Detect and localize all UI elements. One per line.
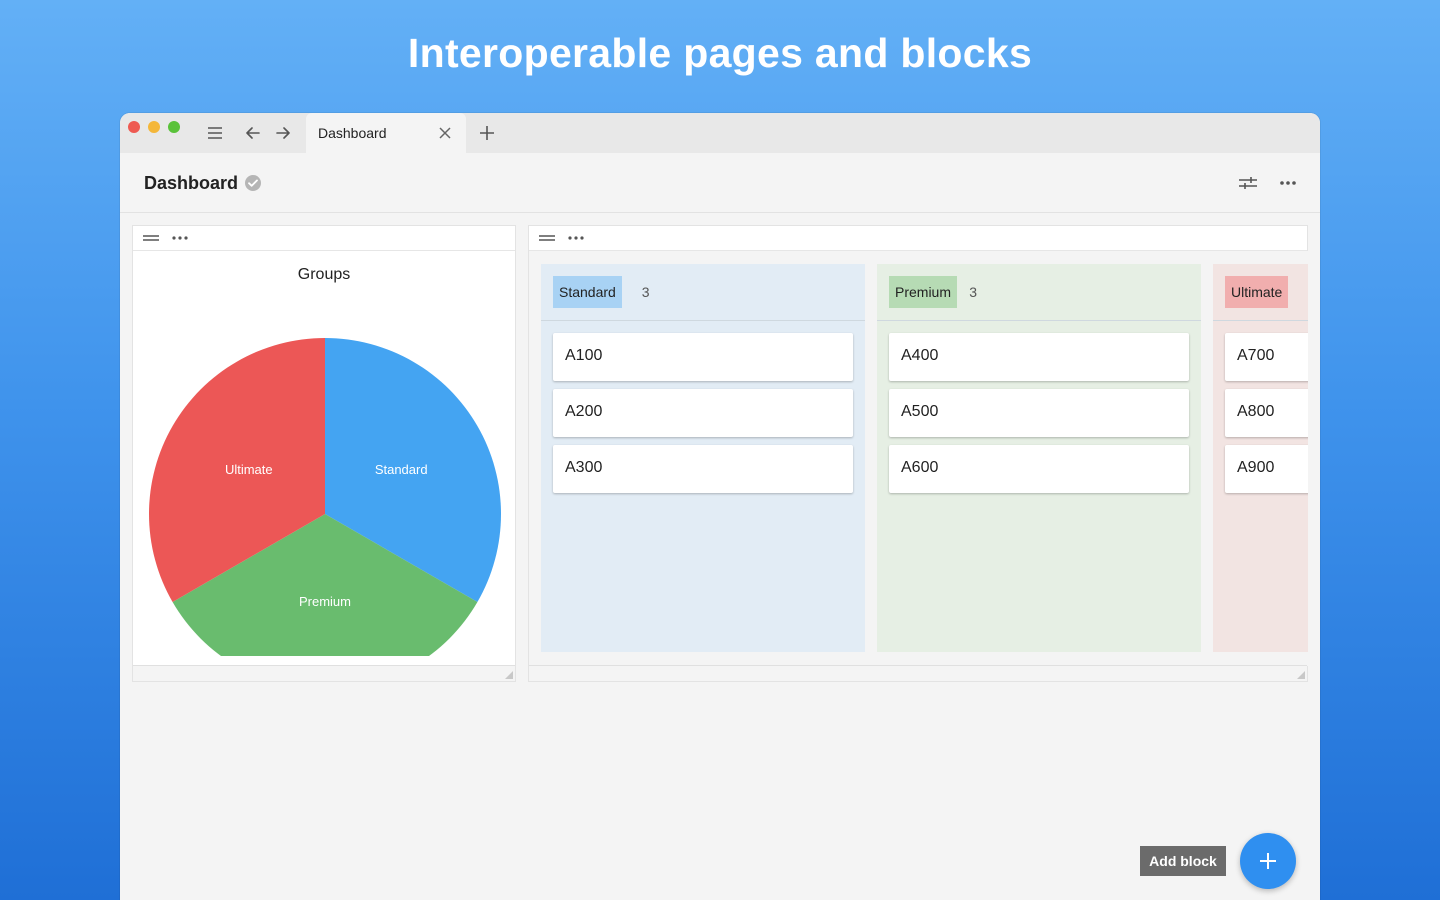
column-header: Premium 3 (877, 264, 1201, 321)
close-icon[interactable] (436, 124, 454, 142)
sliders-icon[interactable] (1237, 172, 1259, 194)
card-label: A900 (1237, 459, 1275, 476)
block-menu-icon[interactable] (171, 232, 189, 244)
back-arrow-icon[interactable] (243, 123, 263, 143)
app-window: Dashboard Dashboard Groups Standard Premi… (120, 113, 1320, 900)
close-window-button[interactable] (128, 121, 140, 133)
block-menu-icon[interactable] (567, 232, 585, 244)
add-block-tooltip: Add block (1140, 846, 1226, 876)
board-column-ultimate: Ultimate3 A700 A800 A900 (1213, 264, 1308, 652)
board-card[interactable]: A300 (553, 445, 853, 493)
card-label: A200 (565, 403, 603, 420)
page-title: Dashboard (144, 173, 239, 193)
plus-icon[interactable] (477, 123, 497, 143)
card-label: A600 (901, 459, 939, 476)
board-column-premium: Premium 3 A400 A500 A600 (877, 264, 1201, 652)
headline: Interoperable pages and blocks (407, 30, 1033, 76)
card-label: A500 (901, 403, 939, 420)
block-footer (529, 665, 1307, 681)
plus-icon (1260, 853, 1276, 869)
resize-handle-icon[interactable] (505, 671, 513, 679)
pie-label-premium: Premium (299, 594, 351, 609)
board-card[interactable]: A900 (1225, 445, 1308, 493)
board-card[interactable]: A700 (1225, 333, 1308, 381)
card-label: A100 (565, 347, 603, 364)
maximize-window-button[interactable] (168, 121, 180, 133)
pie-chart[interactable]: Standard Premium Ultimate (133, 286, 517, 656)
minimize-window-button[interactable] (148, 121, 160, 133)
card-label: A400 (901, 347, 939, 364)
board-card[interactable]: A100 (553, 333, 853, 381)
block-toolbar (529, 226, 1307, 251)
title-bar: Dashboard (120, 113, 1320, 153)
card-label: A300 (565, 459, 603, 476)
menu-icon[interactable] (205, 123, 225, 143)
board-card[interactable]: A500 (889, 389, 1189, 437)
pie-label-ultimate: Ultimate (225, 462, 273, 477)
drag-handle-icon[interactable] (538, 233, 556, 243)
board-card[interactable]: A800 (1225, 389, 1308, 437)
tab-label: Dashboard (318, 125, 387, 141)
page-header: Dashboard (120, 153, 1320, 213)
pie-label-standard: Standard (375, 462, 428, 477)
column-header: Ultimate3 (1213, 264, 1308, 321)
block-footer (133, 665, 515, 681)
board-card[interactable]: A600 (889, 445, 1189, 493)
forward-arrow-icon[interactable] (273, 123, 293, 143)
board-card[interactable]: A200 (553, 389, 853, 437)
card-label: A700 (1237, 347, 1275, 364)
block-toolbar (133, 226, 515, 251)
drag-handle-icon[interactable] (142, 233, 160, 243)
more-icon[interactable] (1277, 172, 1299, 194)
resize-handle-icon[interactable] (1297, 671, 1305, 679)
board-block: Standard 3 A100 A200 A300 Premium 3 A400 A500 A60… (528, 225, 1308, 682)
board-column-standard: Standard 3 A100 A200 A300 (541, 264, 865, 652)
chart-block: Groups Standard Premium Ultimate (132, 225, 516, 682)
tab-dashboard[interactable]: Dashboard (306, 113, 466, 153)
kanban-board: Standard 3 A100 A200 A300 Premium 3 A400 A500 A60… (529, 251, 1308, 666)
board-card[interactable]: A400 (889, 333, 1189, 381)
chart-title: Groups (297, 266, 351, 283)
card-label: A800 (1237, 403, 1275, 420)
column-tag[interactable]: Ultimate (1225, 276, 1289, 308)
add-block-button[interactable] (1240, 833, 1296, 889)
column-header: Standard 3 (541, 264, 865, 321)
verified-check-icon (244, 174, 262, 192)
column-count: 3 (969, 284, 977, 300)
column-tag[interactable]: Standard (553, 276, 622, 308)
column-count: 3 (641, 284, 650, 300)
column-tag[interactable]: Premium (889, 276, 958, 308)
